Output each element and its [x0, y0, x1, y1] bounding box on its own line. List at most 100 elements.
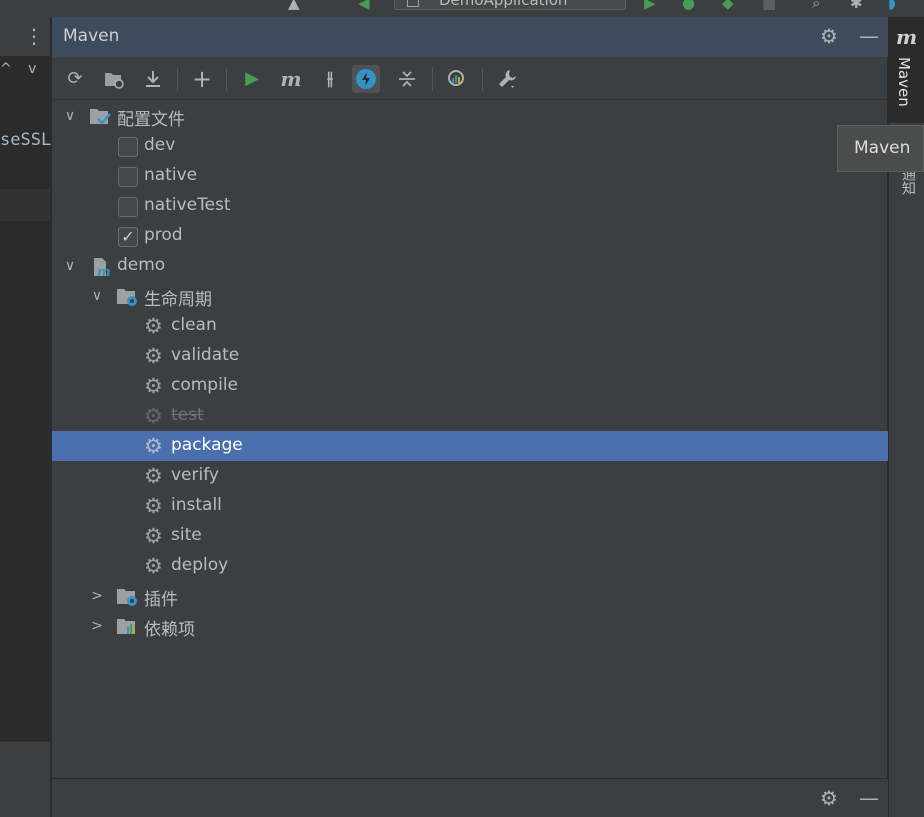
coverage-icon[interactable]: ◆	[722, 0, 734, 12]
settings-icon[interactable]: ✱	[850, 0, 863, 12]
maven-toolbar: ⟳ + ▶ m ⫲	[52, 57, 888, 100]
maven-m-icon: m	[896, 25, 918, 49]
profile-item-native[interactable]: native	[52, 161, 888, 191]
tree-node-plugins[interactable]: > 插件	[52, 581, 888, 611]
folder-refresh-icon[interactable]	[100, 65, 128, 93]
goal-label: compile	[171, 375, 239, 395]
profile-label: prod	[144, 225, 183, 245]
toolbar-separator	[432, 67, 433, 91]
tree-node-project[interactable]: ∨ m demo	[52, 251, 888, 281]
profile-label: native	[144, 165, 198, 185]
toolbar-separator	[226, 67, 227, 91]
scroll-arrows[interactable]: ^ v	[0, 61, 42, 77]
debug-icon[interactable]: ●	[682, 0, 695, 12]
gear-icon[interactable]: ⚙	[817, 786, 841, 810]
goal-label: validate	[171, 345, 240, 365]
profile-item-dev[interactable]: dev	[52, 131, 888, 161]
lifecycle-goal-deploy[interactable]: ⚙ deploy	[52, 551, 888, 581]
gear-icon[interactable]: ⚙	[817, 24, 841, 48]
lifecycle-goal-package[interactable]: ⚙ package	[52, 431, 888, 461]
gear-icon: ⚙	[144, 524, 163, 548]
gear-icon: ⚙	[144, 404, 163, 428]
tree-node-lifecycle[interactable]: ∨ 生命周期	[52, 281, 888, 311]
profile-label: nativeTest	[144, 195, 231, 215]
wrench-icon[interactable]	[493, 65, 521, 93]
maven-header: Maven ⚙ —	[52, 17, 888, 57]
goal-label-skipped: test	[171, 405, 204, 425]
stripe-tab-notifications[interactable]: 通知	[889, 167, 924, 207]
tree-node-label: 配置文件	[117, 110, 185, 130]
profile-item-prod[interactable]: ✓ prod	[52, 221, 888, 251]
current-line-highlight	[0, 189, 50, 221]
tree-node-label: 插件	[144, 590, 178, 610]
run-config-label: DemoApplication	[439, 0, 568, 9]
tree-node-label: 依赖项	[144, 620, 195, 640]
gear-icon: ⚙	[144, 434, 163, 458]
chevron-down-icon[interactable]: ∨	[62, 251, 78, 281]
goal-label: deploy	[171, 555, 229, 575]
plugins-folder-icon	[116, 586, 138, 606]
lifecycle-goal-clean[interactable]: ⚙ clean	[52, 311, 888, 341]
stripe-tab-label: Maven	[895, 57, 913, 107]
tree-node-label: 生命周期	[144, 290, 212, 310]
dependencies-folder-icon	[116, 616, 138, 636]
run-icon[interactable]: ▶	[644, 0, 656, 12]
tooltip: Maven	[837, 125, 924, 172]
editor-area: ⋮ ^ v seSSL	[0, 17, 52, 817]
plus-icon[interactable]: +	[188, 65, 216, 93]
editor-tab-bar: ⋮	[0, 17, 50, 56]
plugin-icon[interactable]: ◗	[888, 0, 896, 12]
tree-node-label: demo	[117, 255, 166, 275]
profile-label: dev	[144, 135, 176, 155]
skip-tests-icon[interactable]: ⫲	[316, 65, 344, 93]
lifecycle-goal-verify[interactable]: ⚙ verify	[52, 461, 888, 491]
profile-checkbox-checked[interactable]: ✓	[118, 227, 138, 247]
gear-icon: ⚙	[144, 314, 163, 338]
gear-icon: ⚙	[144, 374, 163, 398]
offline-icon[interactable]	[352, 65, 380, 93]
code-fragment: seSSL	[0, 130, 52, 150]
more-options-icon[interactable]: ⋮	[24, 24, 44, 48]
m-icon[interactable]: m	[277, 65, 305, 93]
lifecycle-goal-compile[interactable]: ⚙ compile	[52, 371, 888, 401]
profiles-folder-icon	[89, 106, 111, 126]
maven-tree: ∨ 配置文件 dev native nativeTest ✓ prod ∨ m	[52, 101, 888, 741]
goal-label: clean	[171, 315, 217, 335]
chevron-down-icon[interactable]: ∨	[62, 101, 78, 131]
stripe-tab-maven[interactable]: m Maven	[889, 17, 924, 123]
tree-node-profiles[interactable]: ∨ 配置文件	[52, 101, 888, 131]
minimize-icon[interactable]: —	[857, 24, 881, 48]
profile-checkbox[interactable]	[118, 197, 138, 217]
lifecycle-folder-icon	[116, 286, 138, 306]
lifecycle-goal-validate[interactable]: ⚙ validate	[52, 341, 888, 371]
minimize-icon[interactable]: —	[857, 786, 881, 810]
svg-text:m: m	[97, 265, 111, 278]
maven-title: Maven	[63, 26, 120, 46]
lifecycle-goal-test[interactable]: ⚙ test	[52, 401, 888, 431]
refresh-icon[interactable]: ⟳	[61, 65, 89, 93]
chevron-down-icon[interactable]: ∨	[89, 281, 105, 311]
profile-checkbox[interactable]	[118, 137, 138, 157]
profile-checkbox[interactable]	[118, 167, 138, 187]
lifecycle-goal-install[interactable]: ⚙ install	[52, 491, 888, 521]
play-icon[interactable]: ▶	[238, 65, 266, 93]
lifecycle-goal-site[interactable]: ⚙ site	[52, 521, 888, 551]
stop-icon[interactable]: ■	[762, 0, 776, 12]
analyze-icon[interactable]	[443, 65, 471, 93]
run-configuration-select[interactable]: DemoApplication	[394, 0, 626, 10]
goal-label: site	[171, 525, 202, 545]
search-icon[interactable]: ⌕	[812, 0, 820, 12]
collapse-icon[interactable]	[393, 65, 421, 93]
goal-label: package	[171, 435, 243, 455]
editor-bottom-panel	[0, 741, 50, 817]
goal-label: install	[171, 495, 222, 515]
user-icon[interactable]: ▲	[288, 0, 300, 12]
profile-item-nativetest[interactable]: nativeTest	[52, 191, 888, 221]
tree-node-dependencies[interactable]: > 依赖项	[52, 611, 888, 641]
download-icon[interactable]	[139, 65, 167, 93]
chevron-right-icon[interactable]: >	[89, 581, 105, 611]
gear-icon: ⚙	[144, 554, 163, 578]
chevron-right-icon[interactable]: >	[89, 611, 105, 641]
build-hammer-icon[interactable]: ◀	[358, 0, 370, 12]
main-toolbar-strip: ▲ ◀ DemoApplication ▶ ● ◆ ■ ⌕ ✱ ◗	[0, 0, 924, 17]
